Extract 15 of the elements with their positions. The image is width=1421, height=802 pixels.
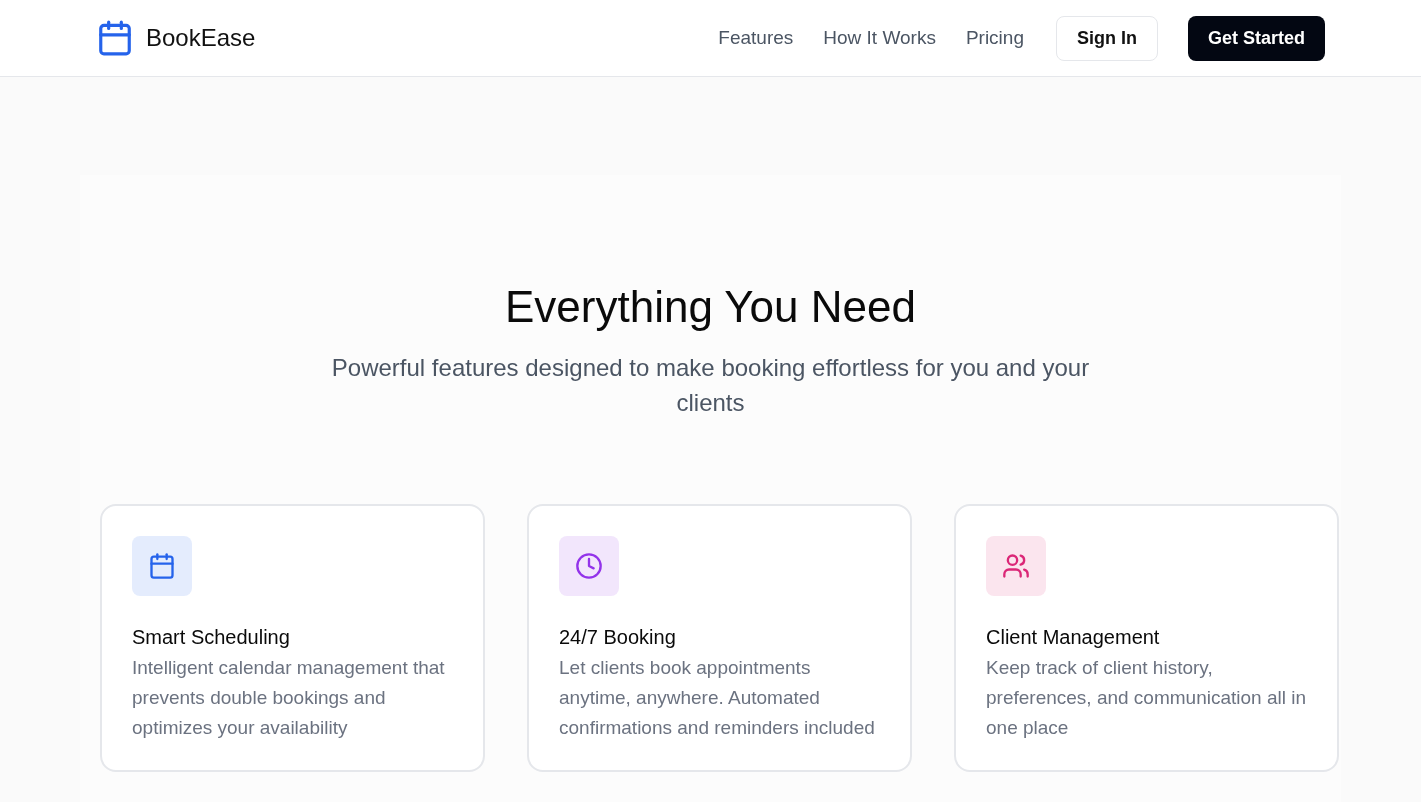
card-title: 24/7 Booking <box>559 625 677 650</box>
card-description: Let clients book appointments anytime, anywhere. Automated confirmations and reminders included <box>559 656 876 740</box>
calendar-icon <box>96 19 134 57</box>
get-started-button[interactable]: Get Started <box>1187 15 1325 61</box>
section-title: Everything You Need <box>505 281 916 333</box>
nav-link[interactable]: How It Works <box>823 23 936 53</box>
section-subtitle: Powerful features designed to make booking effortless for you and your clients <box>330 353 1091 418</box>
sign-in-button[interactable]: Sign In <box>1055 15 1158 61</box>
card-title: Smart Scheduling <box>132 625 291 650</box>
card-description: Intelligent calendar management that prevents double bookings and optimizes your availability <box>132 656 446 740</box>
nav-link[interactable]: Pricing <box>965 23 1024 53</box>
card-description: Keep track of client history, preferences, and communication all in one place <box>986 656 1307 740</box>
nav-link[interactable]: Features <box>718 23 794 53</box>
card-title: Client Management <box>986 625 1161 650</box>
brand-name[interactable]: BookEase <box>146 20 256 56</box>
